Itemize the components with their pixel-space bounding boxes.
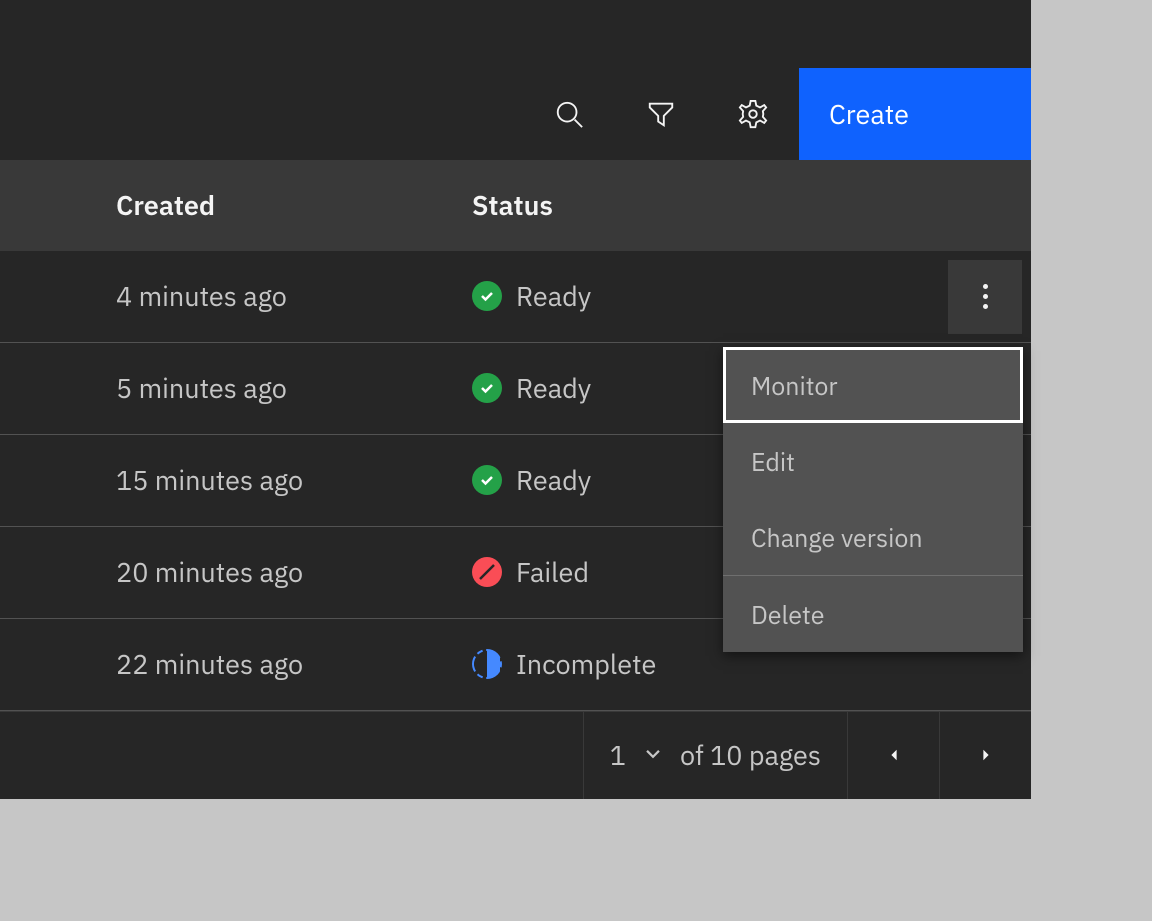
page-select[interactable]: 1 of 10 pages xyxy=(583,712,847,799)
current-page: 1 xyxy=(610,738,626,773)
cell-created: 22 minutes ago xyxy=(0,647,472,682)
row-actions-button[interactable] xyxy=(948,260,1022,334)
status-label: Ready xyxy=(516,371,591,406)
menu-item[interactable]: Delete xyxy=(723,576,1023,652)
pagination: 1 of 10 pages xyxy=(0,711,1031,799)
filter-icon xyxy=(646,99,676,129)
filter-button[interactable] xyxy=(615,68,707,160)
caret-right-icon xyxy=(979,748,993,762)
status-ready-icon xyxy=(472,281,502,311)
menu-item[interactable]: Edit xyxy=(723,423,1023,499)
gear-icon xyxy=(738,99,768,129)
menu-item[interactable]: Monitor xyxy=(723,347,1023,423)
column-header-status[interactable]: Status xyxy=(472,188,1031,223)
table-row[interactable]: 4 minutes ago Ready xyxy=(0,251,1031,343)
search-button[interactable] xyxy=(523,68,615,160)
status-label: Ready xyxy=(516,463,591,498)
status-label: Failed xyxy=(516,555,589,590)
table-header: Created Status xyxy=(0,160,1031,250)
toolbar-icons xyxy=(523,68,799,160)
cell-created: 20 minutes ago xyxy=(0,555,472,590)
menu-item[interactable]: Change version xyxy=(723,499,1023,575)
create-button-label: Create xyxy=(829,97,909,132)
settings-button[interactable] xyxy=(707,68,799,160)
status-label: Ready xyxy=(516,279,591,314)
status-failed-icon xyxy=(472,557,502,587)
search-icon xyxy=(554,99,584,129)
total-pages-label: of 10 pages xyxy=(680,738,821,773)
create-button[interactable]: Create xyxy=(799,68,1031,160)
toolbar: Create xyxy=(0,0,1031,160)
column-header-created[interactable]: Created xyxy=(0,188,472,223)
status-ready-icon xyxy=(472,373,502,403)
kebab-icon xyxy=(983,284,988,309)
status-ready-icon xyxy=(472,465,502,495)
cell-created: 5 minutes ago xyxy=(0,371,472,406)
next-page-button[interactable] xyxy=(939,712,1031,799)
status-incomplete-icon xyxy=(472,649,502,679)
status-label: Incomplete xyxy=(516,647,656,682)
app-container: Create Created Status 4 minutes ago Ready… xyxy=(0,0,1031,799)
chevron-down-icon xyxy=(644,746,662,764)
caret-left-icon xyxy=(887,748,901,762)
context-menu: MonitorEditChange version Delete xyxy=(723,347,1023,652)
cell-created: 15 minutes ago xyxy=(0,463,472,498)
prev-page-button[interactable] xyxy=(847,712,939,799)
cell-created: 4 minutes ago xyxy=(0,279,472,314)
